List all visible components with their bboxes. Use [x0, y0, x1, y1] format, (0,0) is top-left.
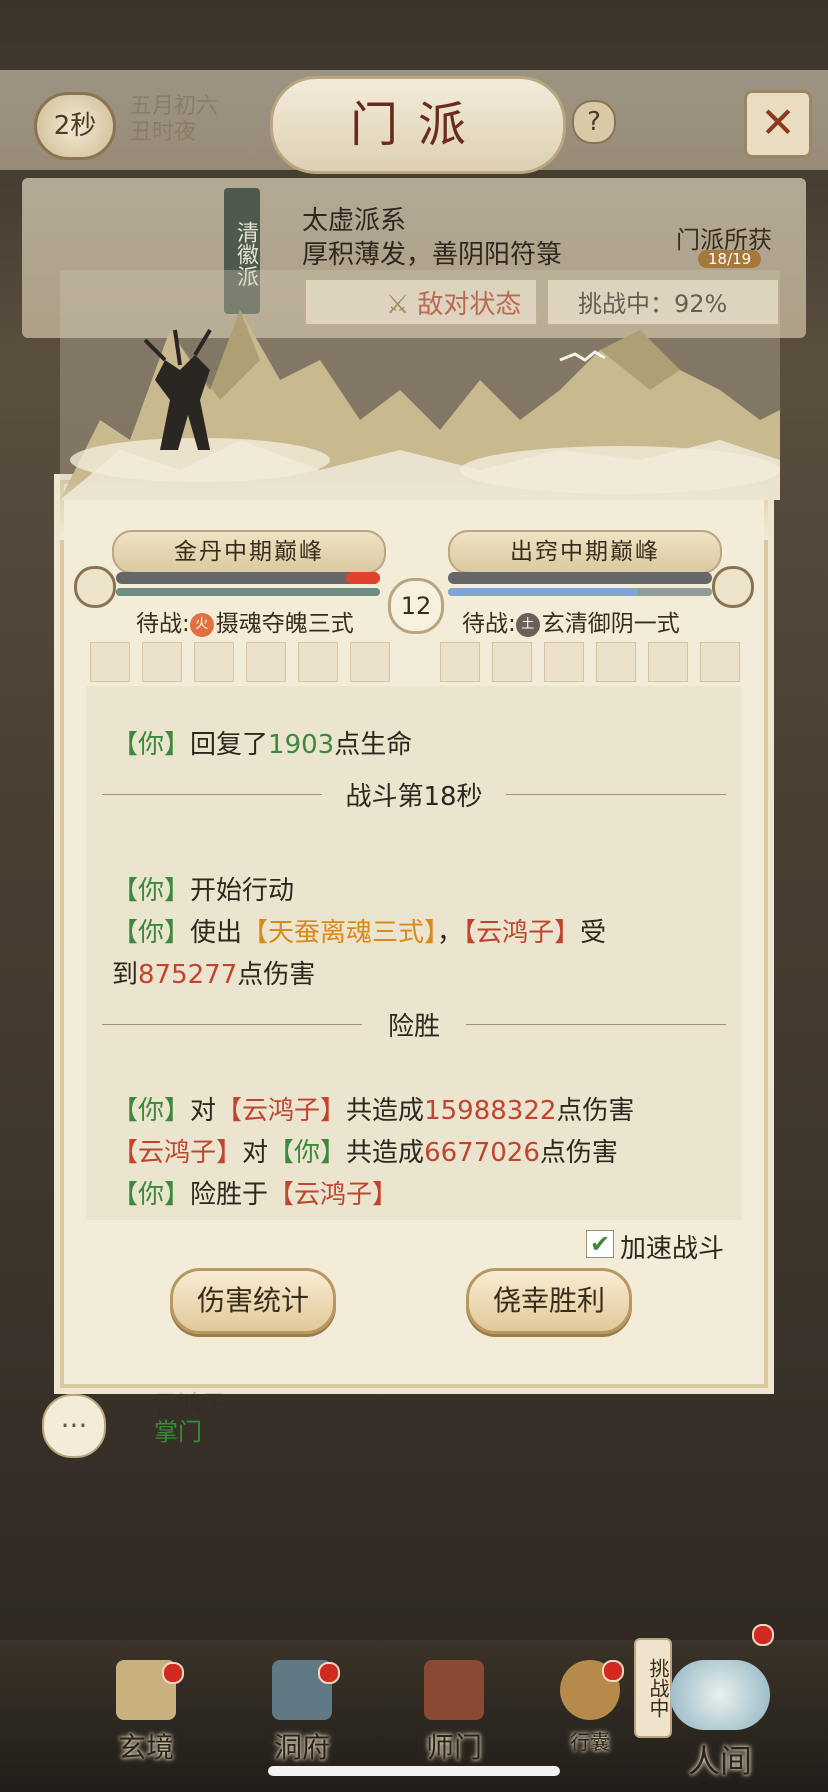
player-buff-slot	[246, 642, 286, 682]
enemy-buff-slot	[544, 642, 584, 682]
enemy-mp-bar	[448, 588, 712, 596]
log-separator: 战斗第18秒	[102, 776, 726, 812]
log-line: 【你】回复了1903点生命	[112, 730, 413, 760]
date-line-2: 丑时夜	[130, 120, 197, 145]
log-line: 【云鸿子】对【你】共造成6677026点伤害	[112, 1138, 618, 1168]
enemy-buff-slot	[700, 642, 740, 682]
help-icon[interactable]: ?	[572, 100, 616, 144]
enemy-avatar[interactable]	[712, 566, 754, 608]
notification-dot	[602, 1660, 624, 1682]
enemy-mp-fill	[448, 588, 639, 596]
enemy-buff-slot	[492, 642, 532, 682]
nav-item-xingnang[interactable]: 行囊	[540, 1660, 640, 1770]
page-title: 门派	[349, 97, 486, 153]
nav-item-dongfu[interactable]: 洞府	[252, 1660, 352, 1770]
notification-dot	[162, 1662, 184, 1684]
battle-scene-art	[60, 270, 780, 500]
world-icon	[670, 1660, 770, 1730]
home-indicator[interactable]	[268, 1766, 560, 1776]
damage-stats-button[interactable]: 伤害统计	[170, 1268, 336, 1334]
fire-element-icon: 火	[189, 612, 214, 637]
enemy-realm: 出窍中期巅峰	[448, 530, 722, 574]
player-mp-bar	[116, 588, 380, 596]
speed-up-checkbox[interactable]: ✔	[586, 1230, 614, 1258]
player-hp-bar	[116, 572, 380, 584]
player-next-skill: 待战: 火摄魂夺魄三式	[136, 611, 354, 637]
player-hp-fill	[345, 572, 380, 584]
enemy-next-skill: 待战: 土玄清御阴一式	[462, 611, 680, 637]
chat-icon[interactable]: ···	[42, 1394, 106, 1458]
round-counter: 12	[388, 578, 444, 634]
banner-icon	[424, 1660, 484, 1720]
nav-item-xuanjing[interactable]: 玄境	[96, 1660, 196, 1770]
earth-element-icon: 土	[515, 612, 540, 637]
log-line: 【你】险胜于【云鸿子】	[112, 1180, 399, 1210]
log-line: 【你】开始行动	[112, 876, 295, 906]
victory-button[interactable]: 侥幸胜利	[466, 1268, 632, 1334]
player-buff-slot	[142, 642, 182, 682]
player-buff-slot	[350, 642, 390, 682]
timer-badge: 2秒	[34, 92, 116, 160]
nav-item-renjian[interactable]: 人间	[660, 1624, 780, 1780]
sect-description: 厚积薄发，善阴阳符箓	[302, 240, 563, 270]
speed-up-label[interactable]: 加速战斗	[620, 1228, 724, 1265]
player-buff-slot	[90, 642, 130, 682]
player-buff-slot	[298, 642, 338, 682]
player-realm: 金丹中期巅峰	[112, 530, 386, 574]
enemy-buff-slot	[596, 642, 636, 682]
enemy-buff-slot	[648, 642, 688, 682]
log-line: 到875277点伤害	[112, 960, 316, 990]
nav-item-shimen[interactable]: 师门	[404, 1660, 504, 1770]
notification-dot	[752, 1624, 774, 1646]
log-line: 【你】对【云鸿子】共造成15988322点伤害	[112, 1096, 635, 1126]
close-button[interactable]: ✕	[744, 90, 812, 158]
log-separator: 险胜	[102, 1006, 726, 1042]
player-buff-slot	[194, 642, 234, 682]
notification-dot	[318, 1662, 340, 1684]
enemy-buff-slot	[440, 642, 480, 682]
sect-gain-count: 18/19	[698, 250, 762, 268]
master-role: 掌门	[154, 1418, 202, 1446]
sect-name: 太虚派系	[302, 206, 407, 236]
combat-log[interactable]: 【你】回复了1903点生命 战斗第18秒 【你】开始行动 【你】使出【天蚕离魂三…	[86, 686, 742, 1220]
log-line: 【你】使出【天蚕离魂三式】，【云鸿子】受	[112, 918, 607, 948]
enemy-hp-bar	[448, 572, 712, 584]
player-avatar[interactable]	[74, 566, 116, 608]
title-plate: 门派	[270, 76, 566, 174]
player-mp-fill	[116, 588, 380, 596]
